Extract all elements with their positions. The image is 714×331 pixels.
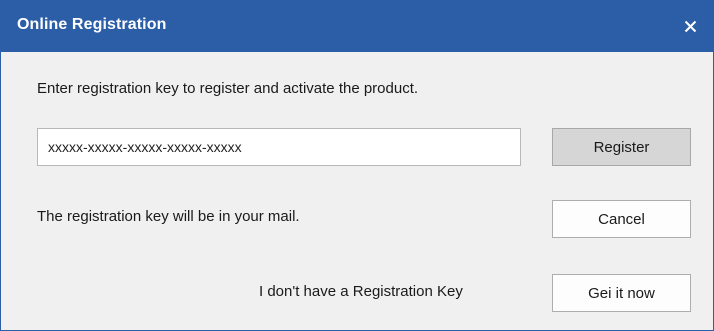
- no-key-label: I don't have a Registration Key: [259, 283, 463, 300]
- dialog-title: Online Registration: [17, 16, 167, 33]
- cancel-button[interactable]: Cancel: [552, 200, 691, 238]
- get-it-now-button[interactable]: Gei it now: [552, 274, 691, 312]
- title-bar[interactable]: Online Registration: [1, 0, 713, 52]
- instruction-text: Enter registration key to register and a…: [37, 80, 419, 97]
- mail-note-text: The registration key will be in your mai…: [37, 208, 300, 225]
- close-icon: [684, 20, 696, 32]
- register-button[interactable]: Register: [552, 128, 691, 166]
- registration-key-input[interactable]: [37, 128, 521, 166]
- close-button[interactable]: [667, 0, 713, 52]
- registration-dialog: Online Registration Enter registration k…: [0, 0, 714, 331]
